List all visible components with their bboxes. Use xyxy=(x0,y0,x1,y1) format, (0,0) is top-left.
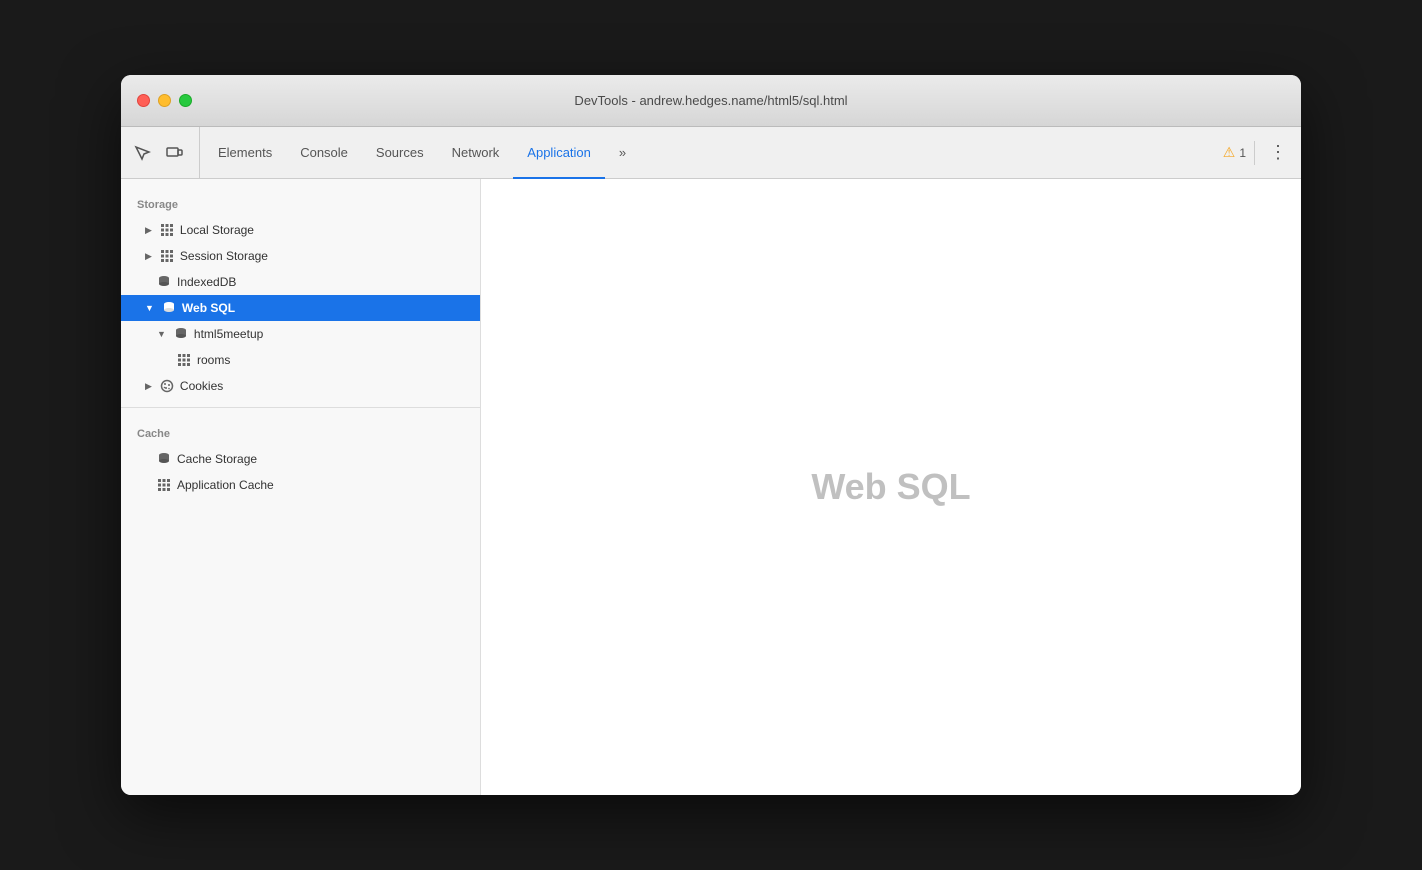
sidebar-item-web-sql[interactable]: ▼ Web SQL xyxy=(121,295,480,321)
web-sql-label: Web SQL xyxy=(182,301,235,315)
application-cache-label: Application Cache xyxy=(177,478,274,492)
tab-elements[interactable]: Elements xyxy=(204,128,286,179)
cookies-label: Cookies xyxy=(180,379,223,393)
sidebar: Storage ▶ Lo xyxy=(121,179,481,795)
sidebar-item-application-cache[interactable]: Application Cache xyxy=(121,472,480,498)
cylinder-icon xyxy=(174,327,188,341)
minimize-button[interactable] xyxy=(158,94,171,107)
sidebar-item-rooms[interactable]: rooms xyxy=(121,347,480,373)
tab-application[interactable]: Application xyxy=(513,128,605,179)
divider xyxy=(1254,141,1255,165)
grid-icon xyxy=(160,223,174,237)
storage-section-label: Storage xyxy=(121,187,480,217)
main-panel-placeholder: Web SQL xyxy=(811,466,970,508)
sidebar-item-indexeddb[interactable]: IndexedDB xyxy=(121,269,480,295)
sidebar-item-cache-storage[interactable]: Cache Storage xyxy=(121,446,480,472)
main-panel: Web SQL xyxy=(481,179,1301,795)
tab-bar-right: ⚠ 1 ⋮ xyxy=(1223,127,1293,178)
chevron-right-icon: ▶ xyxy=(145,381,152,392)
sidebar-divider xyxy=(121,407,480,408)
cache-storage-label: Cache Storage xyxy=(177,452,257,466)
grid-icon xyxy=(160,249,174,263)
window-title: DevTools - andrew.hedges.name/html5/sql.… xyxy=(574,93,847,108)
grid-icon xyxy=(177,353,191,367)
tab-bar: Elements Console Sources Network Applica… xyxy=(121,127,1301,179)
tab-network[interactable]: Network xyxy=(438,128,514,179)
cylinder-icon xyxy=(162,301,176,315)
rooms-label: rooms xyxy=(197,353,230,367)
indexeddb-label: IndexedDB xyxy=(177,275,236,289)
cylinder-icon xyxy=(157,275,171,289)
session-storage-label: Session Storage xyxy=(180,249,268,263)
sidebar-item-session-storage[interactable]: ▶ Session Storage xyxy=(121,243,480,269)
kebab-menu-icon[interactable]: ⋮ xyxy=(1263,138,1293,167)
traffic-lights xyxy=(137,94,192,107)
devtools-window: DevTools - andrew.hedges.name/html5/sql.… xyxy=(121,75,1301,795)
cache-section-label: Cache xyxy=(121,416,480,446)
chevron-right-icon: ▶ xyxy=(145,225,152,236)
tab-sources[interactable]: Sources xyxy=(362,128,438,179)
device-toggle-icon[interactable] xyxy=(161,140,187,166)
html5meetup-label: html5meetup xyxy=(194,327,263,341)
tab-console[interactable]: Console xyxy=(286,128,362,179)
grid-icon xyxy=(157,478,171,492)
tab-more[interactable]: » xyxy=(605,128,640,179)
chevron-right-icon: ▶ xyxy=(145,251,152,262)
inspector-icon[interactable] xyxy=(129,140,155,166)
chevron-down-icon: ▼ xyxy=(157,329,166,339)
main-content: Storage ▶ Lo xyxy=(121,179,1301,795)
cylinder-icon xyxy=(157,452,171,466)
sidebar-item-html5meetup[interactable]: ▼ html5meetup xyxy=(121,321,480,347)
chevron-down-icon: ▼ xyxy=(145,303,154,313)
devtools-toolbar-icons xyxy=(129,127,200,178)
title-bar: DevTools - andrew.hedges.name/html5/sql.… xyxy=(121,75,1301,127)
maximize-button[interactable] xyxy=(179,94,192,107)
local-storage-label: Local Storage xyxy=(180,223,254,237)
sidebar-item-cookies[interactable]: ▶ Cookies xyxy=(121,373,480,399)
sidebar-item-local-storage[interactable]: ▶ Local Storage xyxy=(121,217,480,243)
warning-icon: ⚠ xyxy=(1223,144,1236,161)
cookie-icon xyxy=(160,379,174,393)
close-button[interactable] xyxy=(137,94,150,107)
warning-badge[interactable]: ⚠ 1 xyxy=(1223,144,1246,161)
